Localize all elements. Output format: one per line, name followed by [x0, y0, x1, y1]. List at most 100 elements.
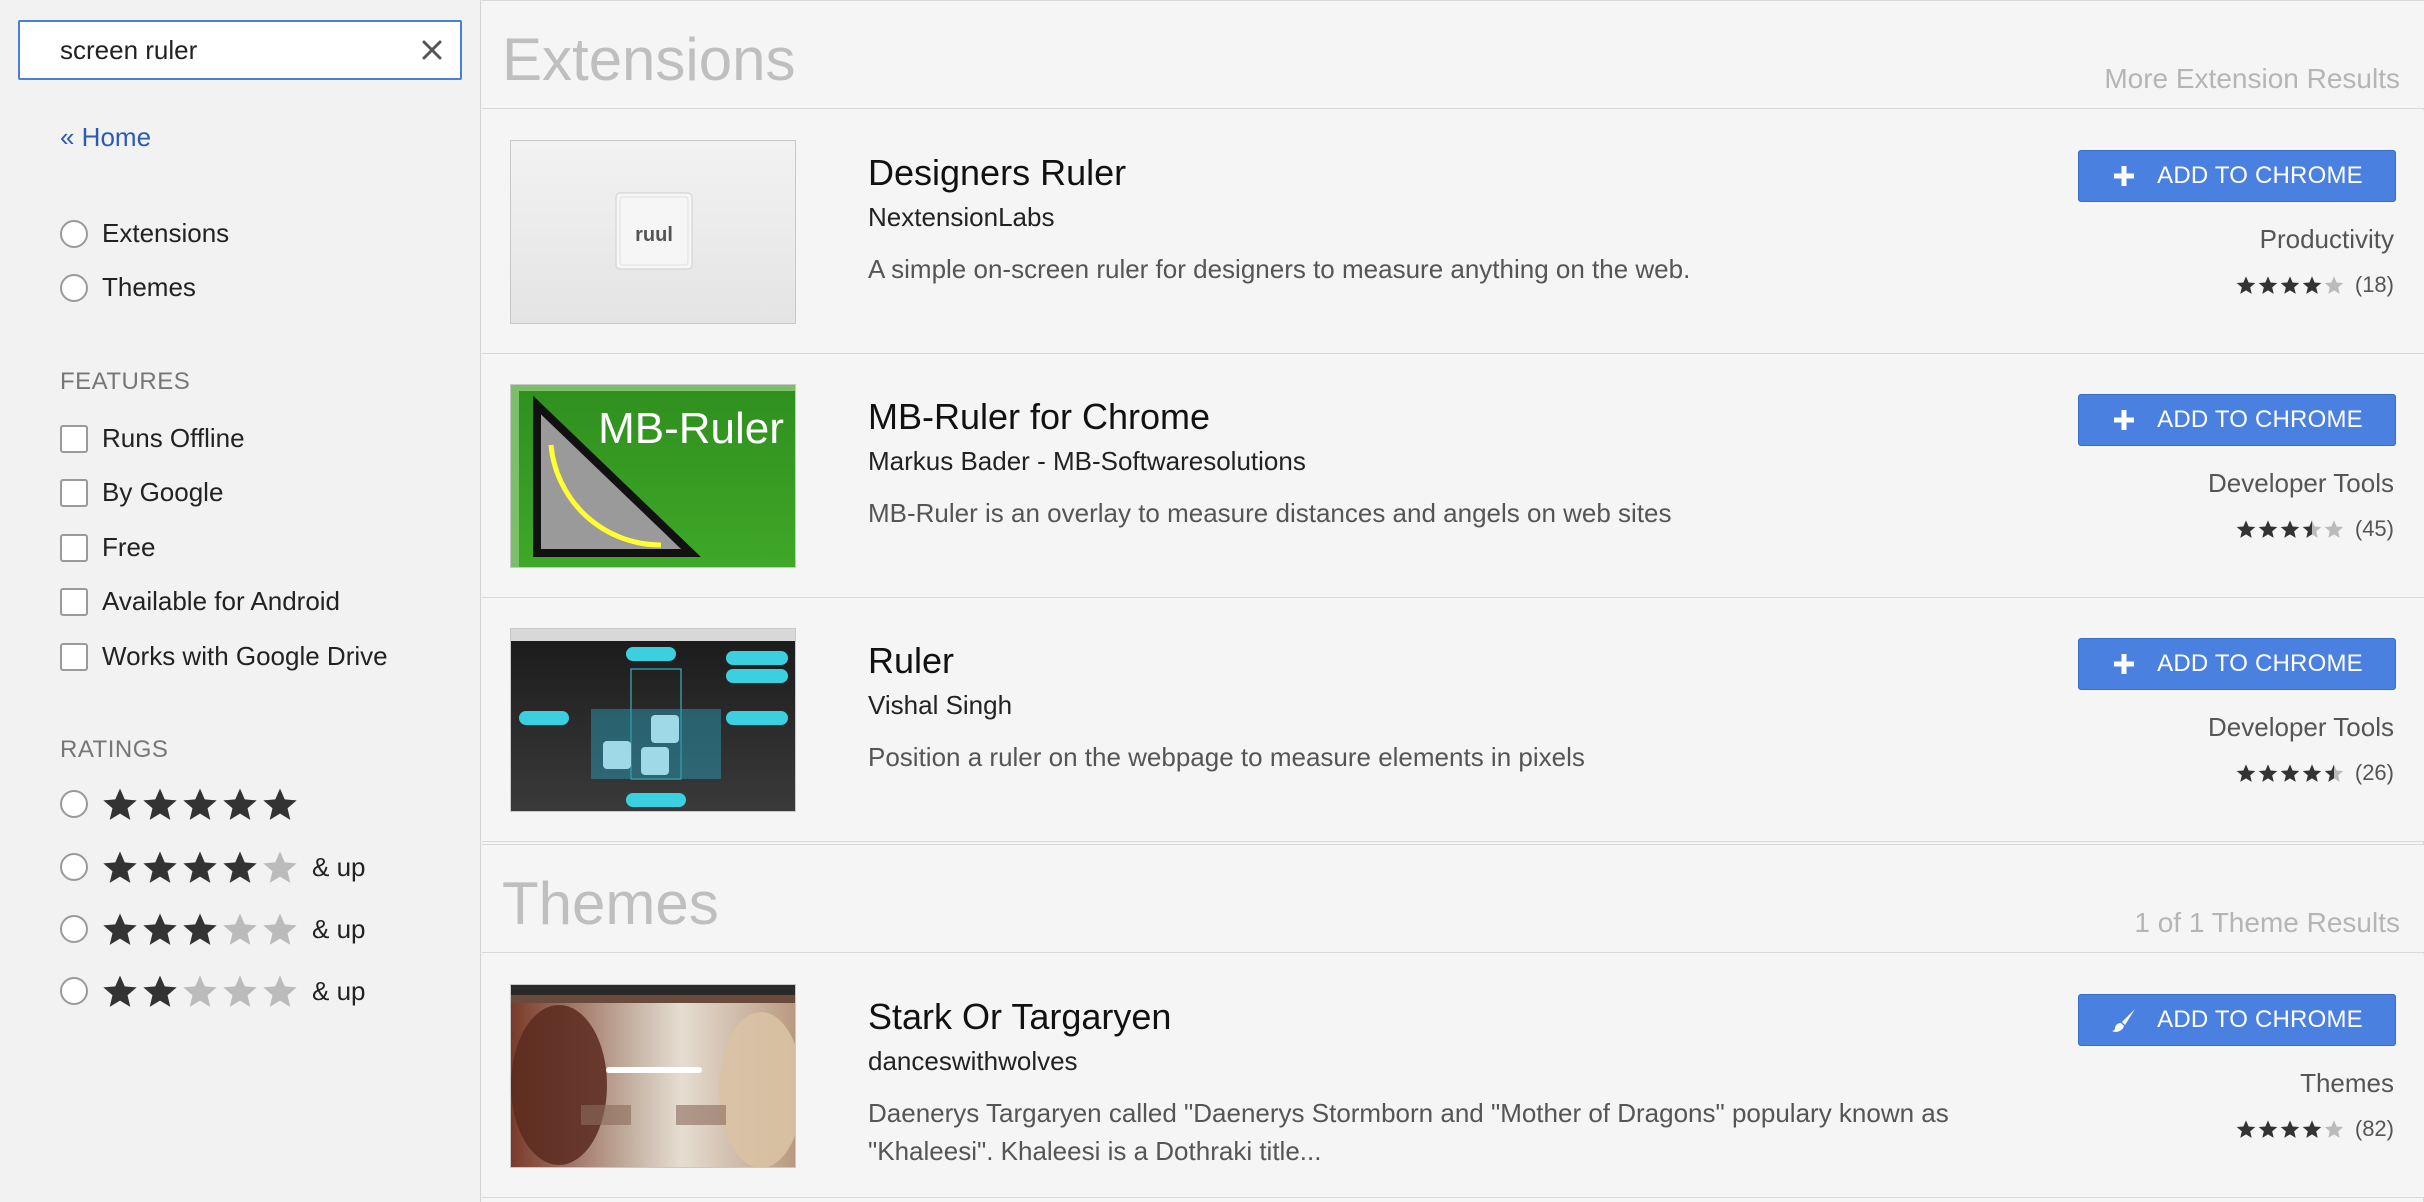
- star-icon: [2324, 764, 2344, 782]
- star-icon: [223, 975, 257, 1007]
- star-icon: [103, 975, 137, 1007]
- star-icon: [2324, 520, 2344, 538]
- add-to-chrome-label: ADD TO CHROME: [2157, 1006, 2363, 1033]
- extension-name[interactable]: Designers Ruler: [868, 152, 1126, 194]
- star-icon: [143, 851, 177, 883]
- extension-thumbnail[interactable]: MB-Ruler: [510, 384, 796, 568]
- themes-header: Themes 1 of 1 Theme Results: [482, 845, 2424, 953]
- star-icon: [143, 913, 177, 945]
- radio-extensions[interactable]: [60, 219, 88, 248]
- radio-rating-4[interactable]: [60, 853, 88, 881]
- star-icon: [2258, 276, 2278, 294]
- results-main: Extensions More Extension Results ruul D…: [482, 0, 2424, 1202]
- rating-filter-2[interactable]: & up: [60, 973, 366, 1009]
- extension-item[interactable]: Ruler Vishal Singh Position a ruler on t…: [482, 598, 2424, 842]
- home-link[interactable]: « Home: [60, 122, 151, 153]
- extension-description: Position a ruler on the webpage to measu…: [868, 742, 1585, 772]
- rating-stars: [2235, 519, 2345, 539]
- checkbox-free[interactable]: [60, 533, 88, 562]
- checkbox-google-drive[interactable]: [60, 642, 88, 671]
- feature-by-google[interactable]: By Google: [60, 477, 223, 508]
- more-extensions-link[interactable]: More Extension Results: [2104, 63, 2400, 95]
- theme-results-count: 1 of 1 Theme Results: [2134, 907, 2400, 938]
- ratings-heading: RATINGS: [60, 736, 169, 763]
- rating-filter-5[interactable]: [60, 786, 312, 822]
- feature-google-drive[interactable]: Works with Google Drive: [60, 641, 388, 672]
- extension-rating: (45): [2235, 516, 2394, 542]
- rating-stars: [2235, 275, 2345, 295]
- svg-text:MB-Ruler: MB-Ruler: [598, 404, 784, 453]
- feature-free[interactable]: Free: [60, 532, 155, 563]
- star-icon: [263, 851, 297, 883]
- search-box[interactable]: [18, 20, 462, 80]
- star-icon: [103, 913, 137, 945]
- checkbox-runs-offline[interactable]: [60, 424, 88, 453]
- paintbrush-icon: [2112, 1009, 2136, 1032]
- extensions-header: Extensions More Extension Results: [482, 1, 2424, 109]
- extension-name[interactable]: Ruler: [868, 640, 954, 682]
- themes-panel: Themes 1 of 1 Theme Results Stark Or Tar…: [482, 844, 2424, 1202]
- filter-themes[interactable]: Themes: [60, 272, 196, 303]
- extension-rating: (18): [2235, 272, 2394, 298]
- theme-item[interactable]: Stark Or Targaryen danceswithwolves Daen…: [482, 954, 2424, 1198]
- star-icon: [2258, 1120, 2278, 1138]
- sidebar: « Home Extensions Themes FEATURES Runs O…: [0, 0, 481, 1202]
- add-to-chrome-label: ADD TO CHROME: [2157, 650, 2363, 677]
- add-to-chrome-button[interactable]: ADD TO CHROME: [2078, 394, 2396, 446]
- add-to-chrome-button[interactable]: ADD TO CHROME: [2078, 150, 2396, 202]
- rating-count: (18): [2354, 272, 2394, 297]
- plus-icon: [2114, 654, 2135, 674]
- star-icon: [2236, 276, 2256, 294]
- radio-rating-3[interactable]: [60, 915, 88, 943]
- theme-name[interactable]: Stark Or Targaryen: [868, 996, 1171, 1038]
- add-to-chrome-label: ADD TO CHROME: [2157, 406, 2363, 433]
- clear-search-icon[interactable]: [418, 36, 446, 64]
- filter-extensions-label: Extensions: [102, 218, 230, 248]
- star-icon: [183, 851, 217, 883]
- plus-icon: [2114, 410, 2135, 430]
- radio-rating-2[interactable]: [60, 977, 88, 1005]
- search-input[interactable]: [20, 22, 400, 78]
- features-heading: FEATURES: [60, 368, 191, 395]
- star-icon: [2324, 1120, 2344, 1138]
- filter-extensions[interactable]: Extensions: [60, 218, 229, 249]
- theme-thumbnail[interactable]: [510, 984, 796, 1168]
- star-icon: [263, 913, 297, 945]
- extension-name[interactable]: MB-Ruler for Chrome: [868, 396, 1210, 438]
- add-to-chrome-button[interactable]: ADD TO CHROME: [2078, 994, 2396, 1046]
- feature-runs-offline[interactable]: Runs Offline: [60, 423, 245, 454]
- rating-filter-4[interactable]: & up: [60, 849, 366, 885]
- star-icon: [2280, 764, 2300, 782]
- rating-count: (45): [2354, 516, 2394, 541]
- rating-stars: [100, 911, 300, 947]
- star-icon: [2302, 764, 2322, 782]
- rating-count: (26): [2354, 760, 2394, 785]
- extension-thumbnail[interactable]: [510, 628, 796, 812]
- theme-category: Themes: [2300, 1068, 2394, 1098]
- extension-item[interactable]: MB-Ruler MB-Ruler for Chrome Markus Bade…: [482, 354, 2424, 598]
- add-to-chrome-button[interactable]: ADD TO CHROME: [2078, 638, 2396, 690]
- star-icon: [2236, 764, 2256, 782]
- extension-thumbnail[interactable]: ruul: [510, 140, 796, 324]
- theme-author: danceswithwolves: [868, 1046, 1078, 1076]
- extension-description: MB-Ruler is an overlay to measure distan…: [868, 498, 1672, 528]
- checkbox-android[interactable]: [60, 587, 88, 616]
- star-icon: [103, 851, 137, 883]
- checkbox-by-google[interactable]: [60, 478, 88, 507]
- radio-rating-5[interactable]: [60, 790, 88, 818]
- star-icon: [223, 788, 257, 820]
- radio-themes[interactable]: [60, 273, 88, 302]
- star-icon: [263, 975, 297, 1007]
- feature-android[interactable]: Available for Android: [60, 586, 340, 617]
- extensions-title: Extensions: [502, 26, 796, 93]
- plus-icon: [2114, 166, 2135, 186]
- extension-item[interactable]: ruul Designers Ruler NextensionLabs A si…: [482, 110, 2424, 354]
- star-icon: [2258, 764, 2278, 782]
- theme-description: Daenerys Targaryen called "Daenerys Stor…: [868, 1098, 1949, 1166]
- star-icon: [143, 788, 177, 820]
- rating-filter-3[interactable]: & up: [60, 911, 366, 947]
- star-icon: [2236, 520, 2256, 538]
- star-icon: [143, 975, 177, 1007]
- star-icon: [103, 788, 137, 820]
- star-icon: [183, 788, 217, 820]
